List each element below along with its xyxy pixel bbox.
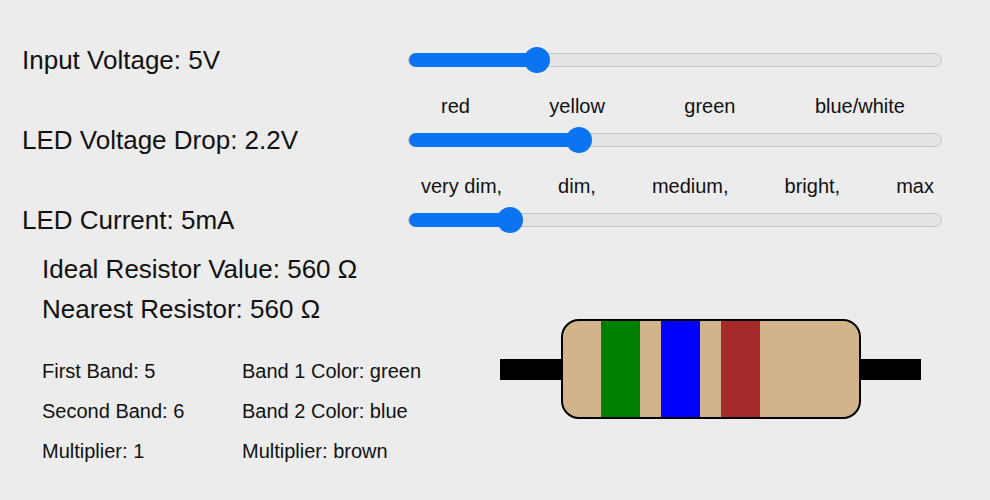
resistor-band [721,321,760,417]
slider-label: LED Current: 5mA [22,204,408,236]
tick-label: bright, [785,174,841,198]
slider-row: Input Voltage: 5V [22,40,942,80]
tick-label: green [684,94,735,118]
slider-row: LED Current: 5mA [22,200,942,240]
tick-label: medium, [652,174,729,198]
slider-ticks: red yellow green blue/white [408,94,942,118]
slider-fill [409,213,510,227]
slider-track[interactable] [408,53,942,67]
resistor-body [561,319,861,419]
slider-fill [409,53,537,67]
calculator: Input Voltage: 5V red yellow green blue/whit… [0,0,990,471]
resistor-band [661,321,700,417]
resistor [500,319,921,419]
slider-track[interactable] [408,133,942,147]
resistor-lead [500,359,561,380]
resistor-band [601,321,640,417]
slider-thumb[interactable] [566,127,592,153]
nearest-value: Nearest Resistor: 560 Ω [42,289,500,329]
band-value: First Band: 5 [42,351,242,391]
band-color-label: Band 2 Color: blue [242,391,500,431]
band-color-label: Band 1 Color: green [242,351,500,391]
slider-thumb[interactable] [497,207,523,233]
slider-label: LED Voltage Drop: 2.2V [22,124,408,156]
results-column: Ideal Resistor Value: 560 ΩNearest Resis… [22,249,500,471]
slider-ticks: very dim, dim, medium, bright, max [408,174,942,198]
tick-label: dim, [558,174,596,198]
slider-label: Input Voltage: 5V [22,44,408,76]
slider-fill [409,133,579,147]
slider-row: LED Voltage Drop: 2.2V [22,120,942,160]
band-value: Multiplier: 1 [42,431,242,471]
tick-label: blue/white [815,94,905,118]
tick-label: max [896,174,934,198]
band-color-label: Multiplier: brown [242,431,500,471]
resistor-lead [861,359,921,380]
band-value: Second Band: 6 [42,391,242,431]
tick-label: very dim, [421,174,502,198]
ideal-value: Ideal Resistor Value: 560 Ω [42,249,500,289]
band-table: First Band: 5Band 1 Color: greenSecond B… [42,351,500,471]
tick-label: red [441,94,470,118]
slider-thumb[interactable] [524,47,550,73]
tick-label: yellow [549,94,605,118]
slider-track[interactable] [408,213,942,227]
results-area: Ideal Resistor Value: 560 ΩNearest Resis… [22,249,942,471]
